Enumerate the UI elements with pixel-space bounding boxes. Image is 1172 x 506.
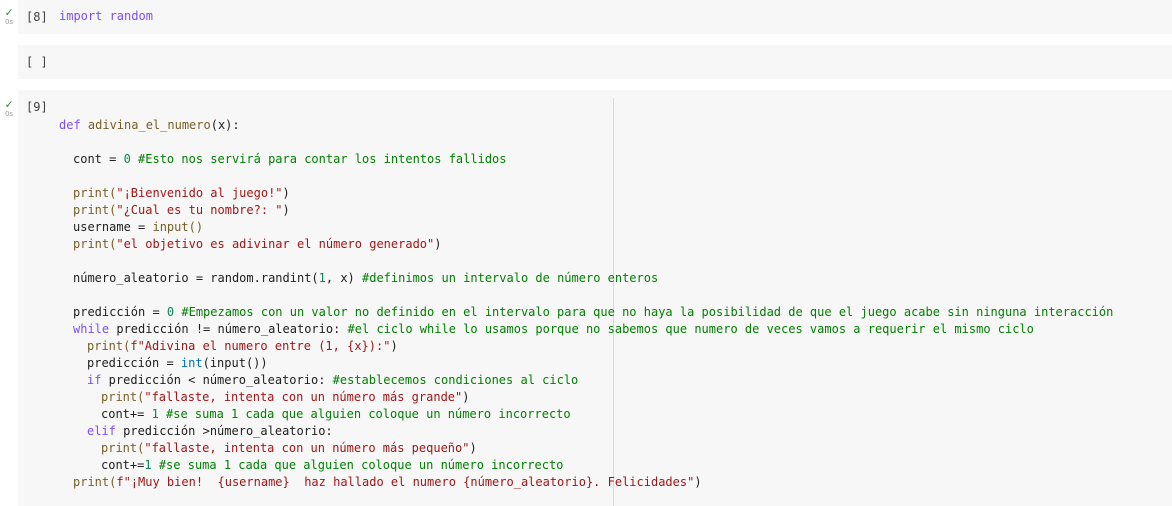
exec-count[interactable]: [ ] [26, 55, 48, 69]
code-line[interactable]: print("fallaste, intenta con un número m… [101, 389, 469, 406]
code-line[interactable]: cont+=1 #se suma 1 cada que alguien colo… [101, 457, 563, 474]
code-cell-9[interactable]: [9] def adivina_el_numero(x): cont = 0 #… [18, 90, 1172, 506]
code-line[interactable]: import random [59, 8, 153, 25]
check-icon: ✓ [5, 97, 13, 111]
code-line[interactable]: cont+= 1 #se suma 1 cada que alguien col… [101, 406, 571, 423]
import-statement: import random [59, 9, 153, 23]
exec-time: 0s [4, 110, 14, 118]
exec-time: 0s [4, 18, 14, 26]
line-length-ruler [613, 98, 614, 506]
code-line[interactable]: while predicción != número_aleatorio: #e… [73, 321, 1034, 338]
exec-count[interactable]: [9] [26, 100, 48, 114]
code-line[interactable]: predicción = int(input()) [87, 355, 268, 372]
cell-status: ✓ 0s [2, 6, 16, 26]
code-line[interactable]: print(f"Adivina el numero entre (1, {x})… [87, 338, 398, 355]
code-line[interactable]: print("¡Bienvenido al juego!") [73, 185, 290, 202]
code-line[interactable]: print("el objetivo es adivinar el número… [73, 236, 441, 253]
check-icon: ✓ [5, 5, 13, 19]
code-cell-8[interactable]: [8] import random [18, 0, 1172, 34]
code-line[interactable]: username = input() [73, 219, 203, 236]
code-line[interactable]: cont = 0 #Esto nos servirá para contar l… [73, 151, 507, 168]
code-line[interactable]: print("¿Cual es tu nombre?: ") [73, 202, 290, 219]
code-line[interactable]: predicción = 0 #Empezamos con un valor n… [73, 304, 1113, 321]
code-line[interactable]: def adivina_el_numero(x): [59, 117, 240, 134]
code-line[interactable]: número_aleatorio = random.randint(1, x) … [73, 270, 658, 287]
exec-count[interactable]: [8] [26, 10, 48, 24]
code-line[interactable]: print("fallaste, intenta con un número m… [101, 440, 477, 457]
code-line[interactable]: if predicción < número_aleatorio: #estab… [87, 372, 578, 389]
code-line[interactable]: elif predicción >número_aleatorio: [87, 423, 333, 440]
code-cell-empty[interactable]: [ ] [18, 45, 1172, 79]
cell-status: ✓ 0s [2, 98, 16, 118]
code-line[interactable]: print(f"¡Muy bien! {username} haz hallad… [73, 474, 702, 491]
